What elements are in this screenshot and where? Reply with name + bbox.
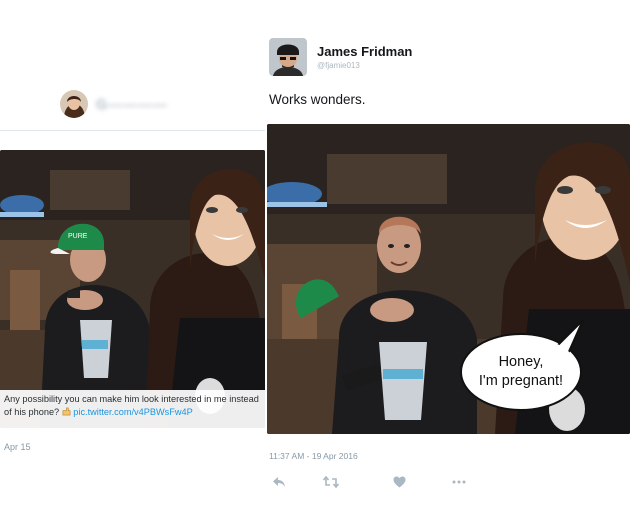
tweet-date: Apr 15 — [4, 442, 31, 452]
tweet-text: Works wonders. — [269, 92, 366, 107]
author-handle[interactable]: @fjamie013 — [317, 61, 412, 70]
edited-photo[interactable]: Honey, I'm pregnant! — [267, 124, 630, 434]
more-icon[interactable] — [447, 470, 471, 494]
cap-text: PURE — [68, 233, 88, 240]
speech-line: I'm pregnant! — [478, 373, 564, 389]
author-names: James Fridman @fjamie013 — [317, 44, 412, 70]
reply-tweet: James Fridman @fjamie013 Works wonders. — [267, 0, 640, 505]
reply-icon[interactable] — [267, 470, 291, 494]
divider — [0, 130, 265, 131]
heart-icon[interactable] — [387, 470, 411, 494]
pointing-hand-icon — [62, 407, 71, 416]
original-tweet: G———— PURE Any possibility you can make … — [0, 0, 265, 505]
reply-tweet-header: James Fridman @fjamie013 — [269, 37, 412, 77]
original-photo[interactable]: PURE — [0, 150, 265, 428]
original-tweet-header: G———— — [60, 88, 260, 120]
user-handle[interactable]: G———— — [96, 96, 168, 112]
author-name[interactable]: James Fridman — [317, 44, 412, 59]
speech-bubble: Honey, I'm pregnant! — [462, 336, 580, 408]
avatar[interactable] — [60, 90, 88, 118]
avatar[interactable] — [269, 38, 307, 76]
tweet-timestamp[interactable]: 11:37 AM - 19 Apr 2016 — [269, 451, 358, 461]
photo-caption: Any possibility you can make him look in… — [0, 390, 265, 428]
photo-link[interactable]: pic.twitter.com/v4PBWsFw4P — [73, 407, 192, 417]
speech-line: Honey, — [498, 354, 544, 370]
retweet-icon[interactable] — [319, 470, 343, 494]
tweet-actions — [267, 470, 507, 494]
